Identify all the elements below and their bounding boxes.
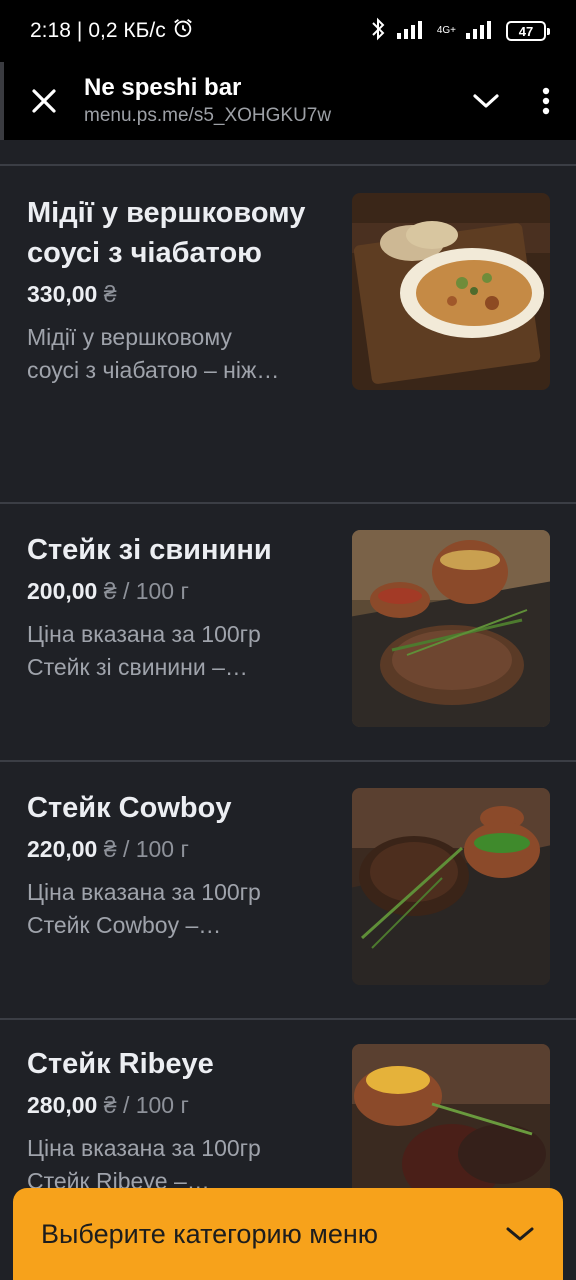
item-description-line: Мідії у вершковому: [27, 324, 232, 350]
page-url: menu.ps.me/s5_XOHGKU7w: [84, 105, 332, 126]
list-top-spacer: [0, 140, 576, 164]
chevron-down-icon: [506, 1227, 534, 1241]
network-type: 4G+: [436, 25, 456, 36]
price-amount: 280,00: [27, 1092, 98, 1118]
menu-list: Мідії у вершковому соусі з чіабатою 330,…: [0, 140, 576, 1278]
price-amount: 330,00: [27, 281, 98, 307]
close-button[interactable]: [4, 62, 84, 140]
item-text: Мідії у вершковому соусі з чіабатою 330,…: [27, 193, 327, 387]
item-text: Стейк зі свинини 200,00 ₴ / 100 г Ціна в…: [27, 530, 327, 684]
item-text: Стейк Ribeye 280,00 ₴ / 100 г Ціна вказа…: [27, 1044, 327, 1198]
price-unit: / 100 г: [122, 578, 189, 604]
more-options-button[interactable]: [516, 62, 576, 140]
alarm-icon: [172, 17, 194, 45]
chevron-down-icon: [473, 94, 499, 108]
item-price: 280,00 ₴ / 100 г: [27, 1088, 327, 1122]
item-description-line: Стейк Cowboy –…: [27, 912, 222, 938]
item-description-line: Ціна вказана за 100гр: [27, 1135, 261, 1161]
item-description-line: Ціна вказана за 100гр: [27, 621, 261, 647]
price-currency: ₴: [103, 578, 117, 604]
status-bar: 2:18 | 0,2 КБ/с 4G+ 47: [0, 0, 576, 62]
mussels-dish-photo[interactable]: [352, 193, 550, 390]
item-name: Стейк Cowboy: [27, 792, 232, 824]
status-time: 2:18: [30, 19, 71, 42]
browser-toolbar: Ne speshi bar menu.ps.me/s5_XOHGKU7w: [0, 62, 576, 140]
signal-icon-2: [466, 19, 496, 44]
menu-item[interactable]: Стейк зі свинини 200,00 ₴ / 100 г Ціна в…: [0, 502, 576, 760]
battery-icon: 47: [506, 21, 550, 41]
category-select-button[interactable]: Выберите категорию меню: [13, 1188, 563, 1280]
price-amount: 200,00: [27, 578, 98, 604]
bluetooth-icon: [369, 17, 387, 46]
item-description: Ціна вказана за 100гр Стейк зі свинини –…: [27, 618, 327, 684]
item-price: 200,00 ₴ / 100 г: [27, 574, 327, 608]
item-price: 330,00 ₴: [27, 277, 327, 311]
expand-button[interactable]: [456, 62, 516, 140]
price-currency: ₴: [103, 281, 117, 307]
item-description-line: Ціна вказана за 100гр: [27, 879, 261, 905]
item-name: Стейк зі свинини: [27, 534, 272, 566]
more-vert-icon: [542, 87, 550, 115]
menu-item[interactable]: Стейк Cowboy 220,00 ₴ / 100 г Ціна вказа…: [0, 760, 576, 1018]
pork-steak-photo[interactable]: [352, 530, 550, 727]
menu-item[interactable]: Мідії у вершковому соусі з чіабатою 330,…: [0, 164, 576, 502]
item-description-line: соусі з чіабатою – ніж…: [27, 357, 280, 383]
price-currency: ₴: [103, 836, 117, 862]
price-unit: / 100 г: [122, 836, 189, 862]
item-price: 220,00 ₴ / 100 г: [27, 832, 327, 866]
close-icon: [32, 89, 56, 113]
status-left: 2:18 | 0,2 КБ/с: [30, 17, 194, 45]
category-select-label: Выберите категорию меню: [41, 1218, 379, 1249]
price-currency: ₴: [103, 1092, 117, 1118]
page-title: Ne speshi bar: [84, 74, 242, 101]
item-text: Стейк Cowboy 220,00 ₴ / 100 г Ціна вказа…: [27, 788, 327, 942]
cowboy-steak-photo[interactable]: [352, 788, 550, 985]
status-right: 4G+ 47: [369, 17, 550, 46]
item-description: Мідії у вершковому соусі з чіабатою – ні…: [27, 321, 327, 387]
item-name: Стейк Ribeye: [27, 1048, 214, 1080]
item-description-line: Стейк зі свинини –…: [27, 654, 248, 680]
item-description: Ціна вказана за 100гр Стейк Cowboy –…: [27, 876, 327, 942]
price-unit: / 100 г: [122, 1092, 189, 1118]
price-amount: 220,00: [27, 836, 98, 862]
page-title-block: Ne speshi bar menu.ps.me/s5_XOHGKU7w: [84, 73, 456, 129]
status-network-speed: 0,2 КБ/с: [88, 19, 166, 42]
signal-icon: [396, 19, 427, 44]
item-name: Мідії у вершковому соусі з чіабатою: [27, 197, 306, 269]
status-separator: |: [76, 19, 83, 42]
